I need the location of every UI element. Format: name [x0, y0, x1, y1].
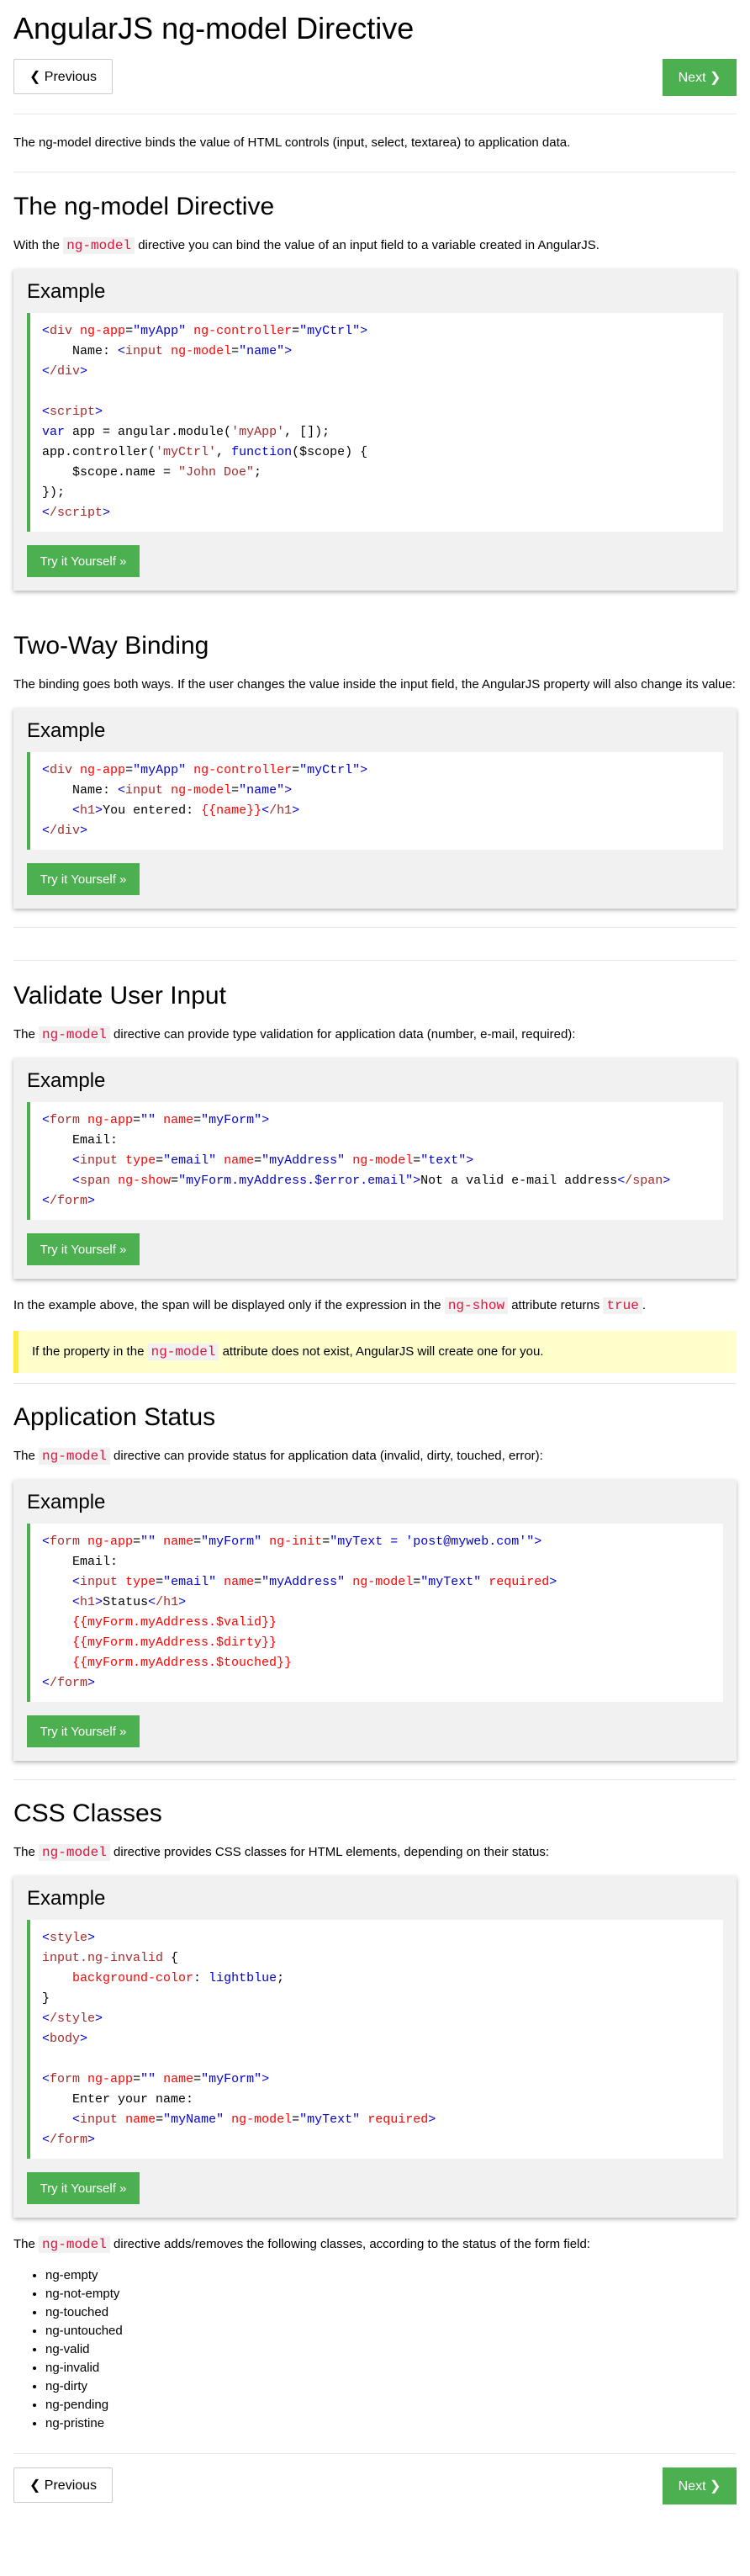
list-item: ng-dirty	[45, 2377, 737, 2396]
section-heading-ngmodel: The ng-model Directive	[13, 193, 275, 220]
list-item: ng-pending	[45, 2396, 737, 2414]
previous-button[interactable]: ❮ Previous	[13, 2467, 113, 2503]
example-heading: Example	[27, 1069, 106, 1092]
inline-code: true	[603, 1297, 642, 1314]
css-after-text: The ng-model directive adds/removes the …	[13, 2236, 590, 2253]
bottom-nav: ❮ Previous Next ❯	[13, 2467, 737, 2504]
page: AngularJS ng-model Directive ❮ Previous …	[0, 0, 750, 2504]
example-heading: Example	[27, 719, 106, 742]
try-it-yourself-button[interactable]: Try it Yourself »	[27, 545, 140, 577]
list-item: ng-invalid	[45, 2359, 737, 2377]
try-it-yourself-button[interactable]: Try it Yourself »	[27, 1715, 140, 1747]
try-it-yourself-button[interactable]: Try it Yourself »	[27, 2172, 140, 2204]
code-block: <form ng-app="" name="myForm" ng-init="m…	[27, 1524, 723, 1702]
css-classes-list: ng-empty ng-not-empty ng-touched ng-unto…	[13, 2266, 737, 2433]
inline-code: ng-model	[63, 237, 135, 254]
list-item: ng-not-empty	[45, 2285, 737, 2303]
example-heading: Example	[27, 1887, 106, 1910]
next-button[interactable]: Next ❯	[663, 59, 737, 96]
example-box: Example <form ng-app="" name="myForm" ng…	[13, 1480, 737, 1761]
example-heading: Example	[27, 1491, 106, 1513]
list-item: ng-touched	[45, 2303, 737, 2322]
inline-code: ng-model	[39, 2236, 110, 2253]
twoway-description: The binding goes both ways. If the user …	[13, 677, 736, 692]
section-heading-status: Application Status	[13, 1403, 216, 1431]
validate-after-text: In the example above, the span will be d…	[13, 1297, 647, 1314]
inline-code: ng-model	[39, 1026, 110, 1043]
example-heading: Example	[27, 280, 106, 303]
inline-code: ng-model	[147, 1344, 219, 1360]
code-block: <style> input.ng-invalid { background-co…	[27, 1920, 723, 2159]
example-box: Example <form ng-app="" name="myForm"> E…	[13, 1058, 737, 1279]
validate-description: The ng-model directive can provide type …	[13, 1026, 576, 1043]
list-item: ng-pristine	[45, 2414, 737, 2433]
ngmodel-description: With the ng-model directive you can bind…	[13, 237, 599, 254]
css-description: The ng-model directive provides CSS clas…	[13, 1844, 550, 1861]
top-nav: ❮ Previous Next ❯	[13, 59, 737, 96]
next-button[interactable]: Next ❯	[663, 2467, 737, 2504]
section-heading-twoway: Two-Way Binding	[13, 632, 209, 660]
code-block: <div ng-app="myApp" ng-controller="myCtr…	[27, 313, 723, 532]
example-box: Example <div ng-app="myApp" ng-controlle…	[13, 708, 737, 909]
code-block: <div ng-app="myApp" ng-controller="myCtr…	[27, 752, 723, 850]
status-description: The ng-model directive can provide statu…	[13, 1448, 543, 1465]
section-heading-validate: Validate User Input	[13, 982, 226, 1010]
code-block: <form ng-app="" name="myForm"> Email: <i…	[27, 1102, 723, 1220]
list-item: ng-valid	[45, 2340, 737, 2359]
list-item: ng-empty	[45, 2266, 737, 2285]
previous-button[interactable]: ❮ Previous	[13, 59, 113, 94]
page-title: AngularJS ng-model Directive	[13, 11, 415, 45]
try-it-yourself-button[interactable]: Try it Yourself »	[27, 863, 140, 895]
inline-code: ng-model	[39, 1844, 110, 1861]
example-box: Example <div ng-app="myApp" ng-controlle…	[13, 269, 737, 591]
inline-code: ng-model	[39, 1448, 110, 1465]
note-box: If the property in the ng-model attribut…	[13, 1331, 737, 1373]
inline-code: ng-show	[444, 1297, 509, 1314]
example-box: Example <style> input.ng-invalid { backg…	[13, 1876, 737, 2218]
intro-text: The ng-model directive binds the value o…	[13, 135, 571, 150]
section-heading-css: CSS Classes	[13, 1799, 162, 1827]
list-item: ng-untouched	[45, 2322, 737, 2340]
try-it-yourself-button[interactable]: Try it Yourself »	[27, 1233, 140, 1265]
